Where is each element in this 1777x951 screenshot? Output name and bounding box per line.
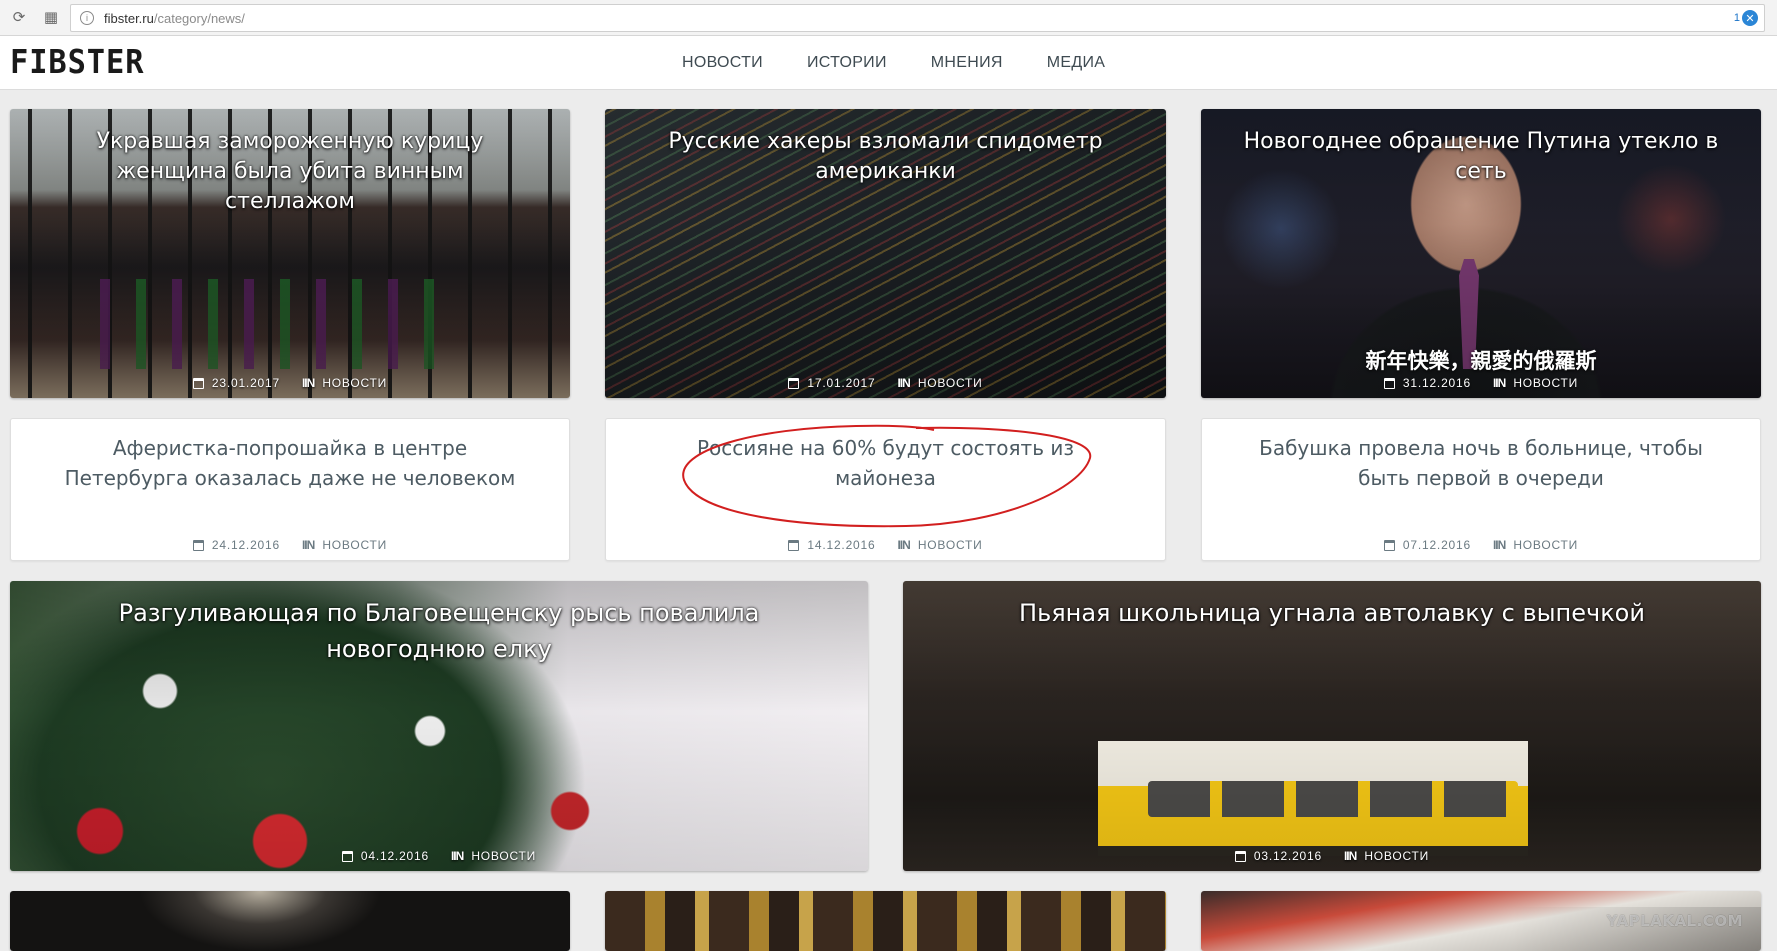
site-logo[interactable]: FIBSTER — [10, 44, 144, 80]
article-title[interactable]: Аферистка-попрошайка в центре Петербурга… — [51, 433, 529, 493]
article-card[interactable]: Русские хакеры взломали спидометр америк… — [605, 109, 1166, 398]
article-date: 04.12.2016 — [360, 849, 429, 863]
site-header: FIBSTER НОВОСТИ ИСТОРИИ МНЕНИЯ МЕДИА — [0, 36, 1777, 90]
article-category[interactable]: НОВОСТИ — [322, 376, 387, 390]
article-card[interactable]: Разгуливающая по Благовещенску рысь пова… — [10, 581, 868, 871]
article-meta: 23.01.2017 IIN НОВОСТИ — [10, 376, 570, 390]
category-icon: IIN — [1492, 538, 1506, 552]
url-text[interactable]: fibster.ru/category/news/ — [104, 11, 245, 26]
category-icon: IIN — [897, 538, 910, 552]
browser-toolbar: ⟳ ▦ i fibster.ru/category/news/ 1 ✕ — [0, 0, 1777, 36]
url-path: /category/news/ — [153, 10, 245, 26]
article-title[interactable]: Россияне на 60% будут состоять из майоне… — [686, 433, 1085, 493]
article-card[interactable]: Бабушка провела ночь в больнице, чтобы б… — [1201, 418, 1761, 561]
article-meta: 07.12.2016 IIN НОВОСТИ — [1202, 538, 1760, 552]
article-card[interactable]: YAPLAKAL.COM — [1201, 891, 1761, 951]
article-title[interactable]: Бабушка провела ночь в больнице, чтобы б… — [1242, 433, 1720, 493]
article-date: 14.12.2016 — [807, 538, 876, 552]
article-category[interactable]: НОВОСТИ — [918, 376, 983, 390]
article-title[interactable]: Укравшая замороженную курицу женщина был… — [50, 127, 530, 217]
extension-badge[interactable]: 1 ✕ — [1734, 10, 1758, 26]
calendar-icon — [788, 539, 800, 551]
article-image-partial — [10, 891, 570, 951]
article-card[interactable] — [10, 891, 570, 951]
article-meta: 03.12.2016 IIN НОВОСТИ — [903, 849, 1761, 863]
article-meta: 17.01.2017 IIN НОВОСТИ — [605, 376, 1166, 390]
article-date: 24.12.2016 — [211, 538, 280, 552]
category-icon: IIN — [450, 849, 464, 863]
article-date: 03.12.2016 — [1253, 849, 1322, 863]
article-category[interactable]: НОВОСТИ — [918, 538, 983, 552]
article-card[interactable]: Аферистка-попрошайка в центре Петербурга… — [10, 418, 570, 561]
article-category[interactable]: НОВОСТИ — [1364, 849, 1429, 863]
nav-item-opinions[interactable]: МНЕНИЯ — [909, 36, 1025, 90]
nav-item-stories[interactable]: ИСТОРИИ — [785, 36, 909, 90]
article-category[interactable]: НОВОСТИ — [322, 538, 387, 552]
category-icon: IIN — [897, 376, 910, 390]
calendar-icon — [1383, 377, 1395, 389]
watermark: YAPLAKAL.COM — [1606, 912, 1743, 930]
calendar-icon — [341, 850, 353, 862]
article-date: 23.01.2017 — [211, 376, 280, 390]
article-card[interactable]: Россияне на 60% будут состоять из майоне… — [605, 418, 1166, 561]
article-date: 31.12.2016 — [1402, 376, 1471, 390]
article-title[interactable]: Новогоднее обращение Путина утекло в сет… — [1241, 127, 1721, 187]
article-category[interactable]: НОВОСТИ — [1513, 538, 1578, 552]
article-title[interactable]: Разгуливающая по Благовещенску рысь пова… — [50, 595, 828, 667]
article-image-partial — [605, 891, 1166, 951]
article-card[interactable]: Укравшая замороженную курицу женщина был… — [10, 109, 570, 398]
calendar-icon — [192, 377, 204, 389]
apps-grid-icon[interactable]: ▦ — [42, 9, 60, 27]
nav-item-news[interactable]: НОВОСТИ — [660, 36, 785, 90]
calendar-icon — [1383, 539, 1395, 551]
calendar-icon — [192, 539, 204, 551]
info-icon[interactable]: i — [80, 11, 94, 25]
article-card[interactable]: Новогоднее обращение Путина утекло в сет… — [1201, 109, 1761, 398]
article-meta: 31.12.2016 IIN НОВОСТИ — [1201, 376, 1761, 390]
reload-icon[interactable]: ⟳ — [10, 9, 28, 27]
article-card[interactable]: Пьяная школьница угнала автолавку с выпе… — [903, 581, 1761, 871]
article-meta: 04.12.2016 IIN НОВОСТИ — [10, 849, 868, 863]
extension-count: 1 — [1733, 12, 1740, 24]
category-icon: IIN — [301, 376, 315, 390]
article-category[interactable]: НОВОСТИ — [471, 849, 536, 863]
article-meta: 24.12.2016 IIN НОВОСТИ — [11, 538, 569, 552]
calendar-icon — [1234, 850, 1246, 862]
address-bar[interactable]: i fibster.ru/category/news/ 1 ✕ — [70, 4, 1765, 32]
article-meta: 14.12.2016 IIN НОВОСТИ — [606, 538, 1165, 552]
main-nav: НОВОСТИ ИСТОРИИ МНЕНИЯ МЕДИА — [660, 36, 1127, 90]
article-card[interactable] — [605, 891, 1166, 951]
category-icon: IIN — [301, 538, 315, 552]
article-category[interactable]: НОВОСТИ — [1513, 376, 1578, 390]
article-title[interactable]: Пьяная школьница угнала автолавку с выпе… — [943, 595, 1721, 631]
extension-icon: ✕ — [1742, 10, 1758, 26]
article-date: 07.12.2016 — [1402, 538, 1471, 552]
category-icon: IIN — [1343, 849, 1357, 863]
article-date: 17.01.2017 — [807, 376, 876, 390]
image-caption: 新年快樂，親愛的俄羅斯 — [1365, 349, 1597, 373]
article-title[interactable]: Русские хакеры взломали спидометр америк… — [645, 127, 1126, 187]
calendar-icon — [788, 377, 800, 389]
url-host: fibster.ru — [104, 10, 154, 26]
category-icon: IIN — [1492, 376, 1506, 390]
nav-item-media[interactable]: МЕДИА — [1025, 36, 1128, 90]
